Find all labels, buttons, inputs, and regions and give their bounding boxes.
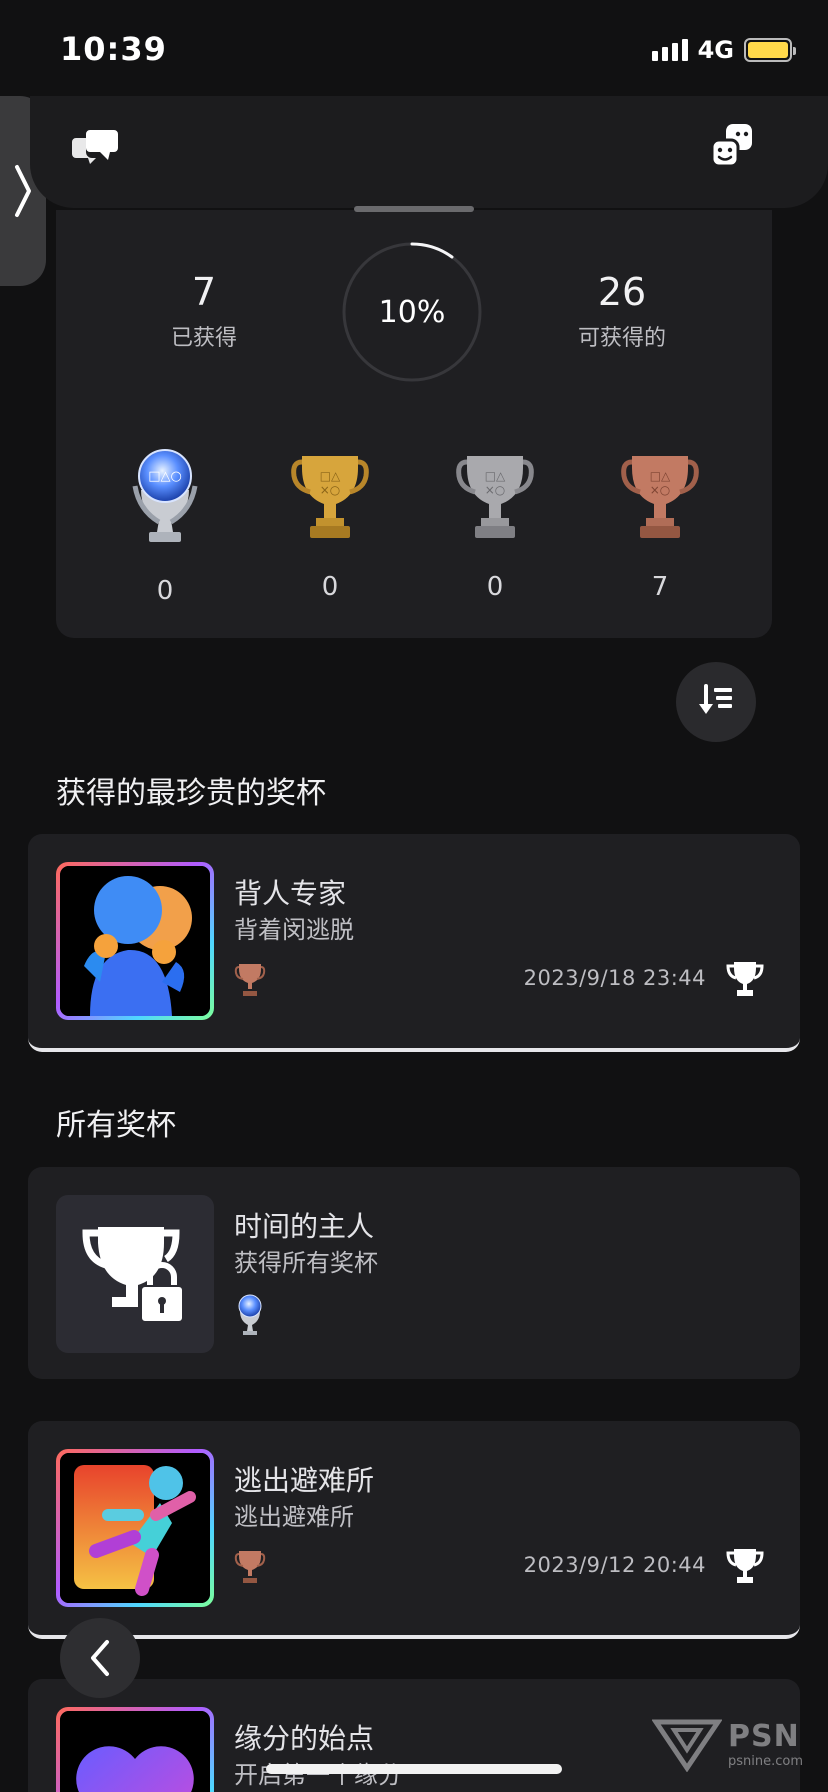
svg-text:□△: □△ — [485, 469, 506, 483]
status-indicators: 4G — [651, 36, 796, 64]
trophy-description: 逃出避难所 — [234, 1503, 354, 1531]
home-indicator[interactable] — [266, 1764, 562, 1774]
sort-button[interactable] — [676, 662, 756, 742]
earned-date: 2023/9/18 23:44 — [523, 966, 706, 990]
svg-text:□△: □△ — [650, 469, 671, 483]
progress-ring: 10% — [342, 242, 482, 382]
bronze-grade-icon — [234, 960, 266, 1004]
platinum-count: 0 — [156, 576, 174, 606]
rarest-trophy-card[interactable]: 背人专家 背着闵逃脱 2023/9/18 23:44 — [28, 834, 800, 1052]
trophy-name: 缘分的始点 — [234, 1722, 375, 1755]
svg-text:□△○: □△○ — [148, 469, 182, 484]
compare-button[interactable] — [704, 118, 760, 174]
status-time: 10:39 — [60, 30, 167, 68]
status-bar: 10:39 4G — [0, 0, 828, 96]
trophy-summary-card: 7 已获得 10% 26 可获得的 □△○ 0 □△ ×○ 0 □△ ×○ 0 … — [56, 210, 772, 638]
earned-date: 2023/9/12 20:44 — [523, 1553, 706, 1577]
watermark-brand: PSN — [728, 1719, 800, 1754]
trophy-thumbnail — [56, 1449, 214, 1607]
all-trophies-section-title: 所有奖杯 — [56, 1108, 176, 1143]
earned-label: 已获得 — [170, 325, 237, 351]
signal-icon — [651, 39, 688, 61]
progress-percent: 10% — [378, 294, 446, 330]
psnine-logo-icon — [652, 1719, 722, 1772]
earned-trophy-icon — [726, 1547, 764, 1591]
silver-stat: □△ ×○ 0 — [435, 446, 555, 602]
bronze-trophy-icon: □△ ×○ — [621, 456, 699, 538]
platinum-stat: □△○ 0 — [105, 446, 225, 606]
available-label: 可获得的 — [577, 325, 666, 351]
locked-trophy-icon — [82, 1227, 186, 1325]
gold-stat: □△ ×○ 0 — [270, 446, 390, 602]
watermark-site: psnine.com — [728, 1754, 804, 1769]
trophy-thumbnail — [56, 1707, 214, 1792]
trophy-name: 背人专家 — [234, 877, 347, 910]
chat-bubbles-icon — [72, 130, 118, 164]
svg-text:×○: ×○ — [320, 483, 341, 497]
locked-trophy-thumbnail — [56, 1195, 214, 1353]
svg-text:□△: □△ — [320, 469, 341, 483]
network-type: 4G — [697, 36, 734, 64]
available-count: 26 — [597, 270, 647, 314]
gold-trophy-icon: □△ ×○ — [291, 456, 369, 538]
platinum-grade-icon — [234, 1293, 266, 1341]
bronze-grade-icon — [234, 1547, 266, 1591]
earned-count: 7 — [191, 270, 217, 314]
chevron-left-icon — [91, 1640, 109, 1676]
earned-stat: 7 已获得 — [104, 270, 304, 352]
rarest-section-title: 获得的最珍贵的奖杯 — [56, 776, 326, 811]
bronze-stat: □△ ×○ 7 — [600, 446, 720, 602]
drag-handle[interactable] — [354, 206, 474, 212]
trophy-description: 获得所有奖杯 — [234, 1249, 378, 1277]
silver-count: 0 — [486, 572, 504, 602]
platinum-trophy-icon: □△○ — [132, 449, 198, 542]
silver-trophy-icon: □△ ×○ — [456, 456, 534, 538]
earned-trophy-icon — [726, 960, 764, 1004]
trophy-card[interactable]: 逃出避难所 逃出避难所 2023/9/12 20:44 — [28, 1421, 800, 1639]
trophy-thumbnail — [56, 862, 214, 1020]
site-watermark: PSN psnine.com — [652, 1718, 803, 1772]
trophy-description: 背着闵逃脱 — [234, 916, 354, 944]
gold-count: 0 — [321, 572, 339, 602]
svg-text:×○: ×○ — [485, 483, 506, 497]
trophy-card[interactable]: 时间的主人 获得所有奖杯 — [28, 1167, 800, 1379]
comments-button[interactable] — [68, 118, 124, 174]
trophy-name: 时间的主人 — [234, 1210, 375, 1243]
bronze-count: 7 — [651, 572, 669, 602]
back-button[interactable] — [60, 1618, 140, 1698]
sort-icon — [699, 684, 732, 714]
battery-icon — [744, 38, 796, 62]
available-stat: 26 可获得的 — [522, 270, 722, 352]
trophy-name: 逃出避难所 — [234, 1464, 375, 1497]
svg-text:×○: ×○ — [650, 483, 671, 497]
faces-icon — [710, 124, 752, 168]
